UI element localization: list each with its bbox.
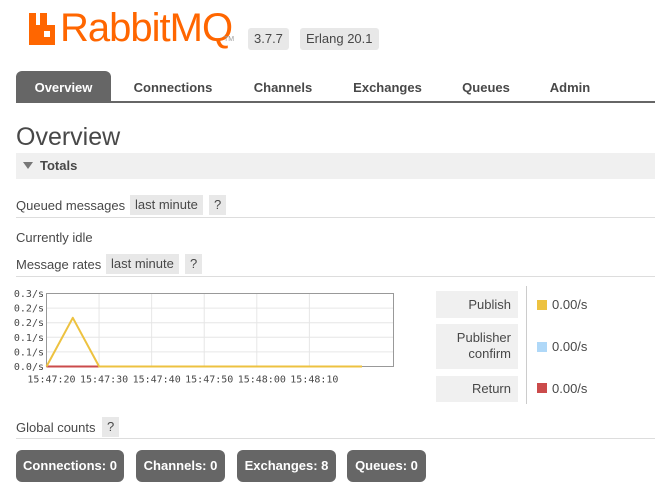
queued-messages-label: Queued messages (16, 198, 126, 213)
tab-connections[interactable]: Connections (123, 71, 223, 102)
tab-channels[interactable]: Channels (242, 71, 324, 102)
y-tick-label: 0.2/s (14, 304, 44, 315)
erlang-version-badge: Erlang 20.1 (300, 28, 379, 50)
channels-count-button[interactable]: Channels: 0 (136, 450, 225, 482)
y-tick-label: 0.0/s (14, 362, 44, 373)
exchanges-count-button[interactable]: Exchanges: 8 (237, 450, 336, 482)
queued-help-button[interactable]: ? (209, 195, 227, 215)
page-title: Overview (16, 123, 121, 151)
x-tick-label: 15:47:40 (133, 375, 181, 386)
x-axis-ticks: 15:47:20 15:47:30 15:47:40 15:47:50 15:48:00… (27, 375, 338, 386)
message-rates-label: Message rates (16, 257, 102, 272)
totals-section-label[interactable]: Totals (40, 158, 77, 173)
divider (16, 438, 655, 439)
legend-publisher-confirm-button[interactable]: Publisher confirm (436, 324, 518, 369)
return-color-swatch (537, 383, 547, 393)
tab-exchanges[interactable]: Exchanges (343, 71, 432, 102)
queues-count-button[interactable]: Queues: 0 (347, 450, 426, 482)
y-tick-label: 0.1/s (14, 347, 44, 358)
publish-color-swatch (537, 300, 547, 310)
x-tick-label: 15:47:20 (27, 375, 75, 386)
divider (16, 276, 655, 277)
legend-label-line: Publisher (456, 330, 511, 345)
x-tick-label: 15:47:50 (185, 375, 233, 386)
y-tick-label: 0.2/s (14, 318, 44, 329)
x-tick-label: 15:48:00 (238, 375, 286, 386)
logo-trademark: TM (224, 36, 235, 43)
x-tick-label: 15:48:10 (290, 375, 338, 386)
tab-overview[interactable]: Overview (16, 71, 111, 102)
collapse-arrow-icon[interactable] (23, 162, 33, 169)
legend-label-line: confirm (468, 346, 511, 361)
x-tick-label: 15:47:30 (80, 375, 128, 386)
divider (16, 217, 655, 218)
tab-admin[interactable]: Admin (538, 71, 602, 102)
tab-queues[interactable]: Queues (451, 71, 521, 102)
global-counts-help-button[interactable]: ? (102, 417, 120, 437)
tab-underline (16, 101, 655, 103)
y-tick-label: 0.3/s (14, 289, 44, 300)
main-nav-tabs: Overview Connections Channels Exchanges … (16, 71, 655, 102)
rates-range-selector[interactable]: last minute (106, 254, 179, 274)
message-rates-chart: 0.3/s0.2/s0.2/s0.1/s0.1/s0.0/s 15:47:20 1… (14, 289, 394, 386)
rabbitmq-logo-icon (29, 13, 55, 45)
global-counts-label: Global counts (16, 420, 96, 435)
publisher-confirm-color-swatch (537, 342, 547, 352)
rabbitmq-version-badge: 3.7.7 (248, 28, 289, 50)
legend-divider (526, 286, 527, 404)
legend-publish-button[interactable]: Publish (436, 291, 518, 318)
return-rate-value: 0.00/s (552, 381, 588, 396)
y-axis-ticks: 0.3/s 0.2/s 0.2/s 0.1/s 0.1/s 0.0/s (14, 289, 44, 373)
rabbitmq-logo-text: RabbitMQ (60, 6, 233, 50)
queued-range-selector[interactable]: last minute (130, 195, 203, 215)
connections-count-button[interactable]: Connections: 0 (16, 450, 124, 482)
y-tick-label: 0.1/s (14, 333, 44, 344)
rates-help-button[interactable]: ? (185, 254, 203, 274)
chart-grid (46, 293, 394, 367)
totals-section-header[interactable] (16, 153, 655, 179)
chart-frame (46, 293, 394, 367)
idle-status-text: Currently idle (16, 230, 93, 245)
legend-return-button[interactable]: Return (436, 376, 518, 402)
publish-rate-value: 0.00/s (552, 297, 588, 312)
publisher-confirm-rate-value: 0.00/s (552, 339, 588, 354)
